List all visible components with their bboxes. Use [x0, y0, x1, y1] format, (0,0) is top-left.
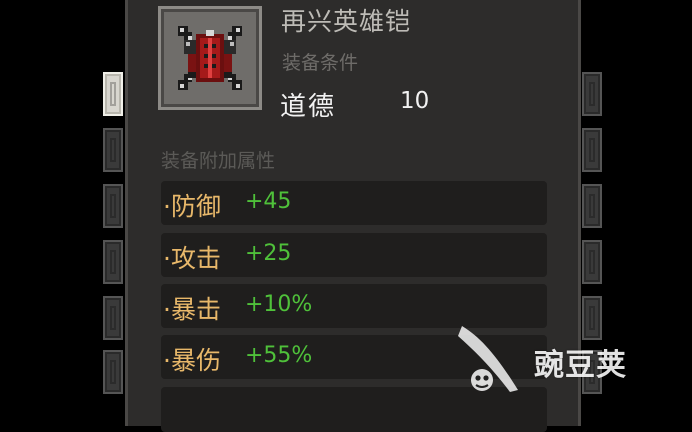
side-tab-right-1[interactable]	[582, 72, 602, 116]
stat-row-defense: ·防御 +45	[161, 181, 547, 225]
side-tab-right-3[interactable]	[582, 184, 602, 228]
side-tab-right-2[interactable]	[582, 128, 602, 172]
requirement-label: 道德	[280, 92, 337, 122]
side-tab-left-2[interactable]	[103, 128, 123, 172]
stat-label: ·暴伤	[163, 346, 221, 375]
side-tab-left-5[interactable]	[103, 296, 123, 340]
side-tab-left-6[interactable]	[103, 350, 123, 394]
pea-pod-logo-icon	[458, 326, 518, 392]
stat-row-attack: ·攻击 +25	[161, 233, 547, 277]
requirement-title: 装备条件	[282, 52, 359, 74]
watermark: 豌豆荚	[452, 318, 662, 398]
stat-label: ·防御	[163, 192, 221, 221]
armor-icon	[178, 26, 242, 90]
side-tab-left-1[interactable]	[103, 72, 123, 116]
item-name: 再兴英雄铠	[281, 7, 412, 36]
stat-value: +10%	[245, 292, 313, 317]
attributes-title: 装备附加属性	[161, 150, 276, 172]
stat-value: +25	[245, 241, 292, 266]
side-tab-left-3[interactable]	[103, 184, 123, 228]
stat-label: ·暴击	[163, 295, 221, 324]
watermark-text: 豌豆荚	[534, 348, 627, 383]
stat-value: +55%	[245, 343, 313, 368]
side-tab-left-4[interactable]	[103, 240, 123, 284]
item-icon-frame	[158, 6, 262, 110]
requirement-value: 10	[400, 88, 430, 114]
stat-label: ·攻击	[163, 244, 221, 273]
side-tab-right-4[interactable]	[582, 240, 602, 284]
stat-value: +45	[245, 189, 292, 214]
